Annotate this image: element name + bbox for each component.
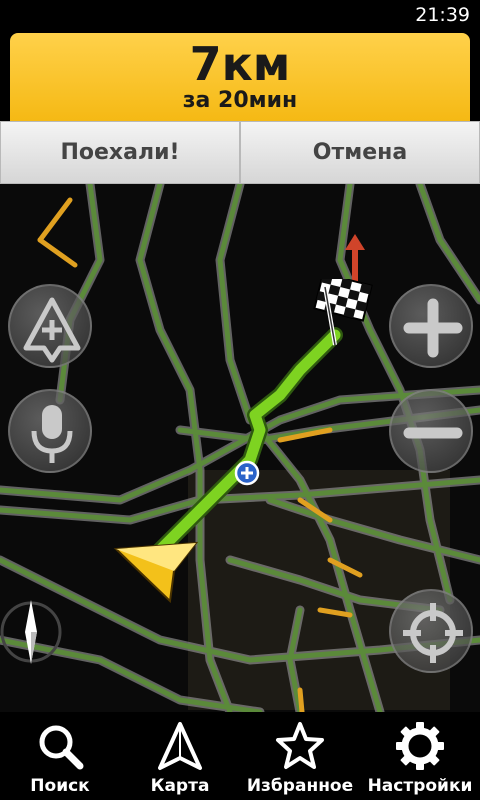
zoom-out-icon	[403, 427, 463, 439]
compass-icon[interactable]	[0, 596, 62, 668]
zoom-in-button[interactable]	[389, 284, 473, 368]
tab-favorites[interactable]: Избранное	[240, 712, 360, 800]
microphone-icon	[31, 405, 73, 463]
tab-settings-label: Настройки	[367, 776, 473, 796]
tab-favorites-label: Избранное	[246, 776, 354, 796]
map-arrow-icon	[158, 722, 202, 770]
status-bar: 21:39	[0, 0, 480, 32]
bottom-tab-bar: Поиск Карта Избранное Настройки	[0, 712, 480, 800]
status-time: 21:39	[415, 4, 470, 26]
tab-settings[interactable]: Настройки	[360, 712, 480, 800]
locate-button[interactable]	[389, 589, 473, 673]
voice-search-button[interactable]	[8, 389, 92, 473]
finish-flag-icon	[313, 279, 373, 346]
route-distance: 7км	[189, 37, 291, 91]
locate-icon	[403, 603, 463, 663]
route-summary-panel: 7км за 20мин	[10, 33, 470, 121]
cancel-button[interactable]: Отмена	[240, 121, 480, 184]
tab-map[interactable]: Карта	[120, 712, 240, 800]
tab-map-label: Карта	[150, 776, 210, 796]
action-bar: Поехали! Отмена	[0, 121, 480, 184]
gear-icon	[396, 722, 444, 770]
tab-search-label: Поиск	[30, 776, 90, 796]
traffic-report-button[interactable]	[8, 284, 92, 368]
zoom-in-icon	[403, 298, 463, 358]
map-view[interactable]	[0, 184, 480, 712]
current-position-icon	[113, 541, 199, 604]
star-icon	[276, 722, 324, 769]
go-button[interactable]: Поехали!	[0, 121, 240, 184]
search-icon	[39, 725, 84, 770]
route-duration: за 20мин	[182, 88, 298, 113]
traffic-report-icon	[23, 297, 81, 363]
waypoint-icon[interactable]	[234, 460, 260, 486]
tab-search[interactable]: Поиск	[0, 712, 120, 800]
zoom-out-button[interactable]	[389, 389, 473, 473]
